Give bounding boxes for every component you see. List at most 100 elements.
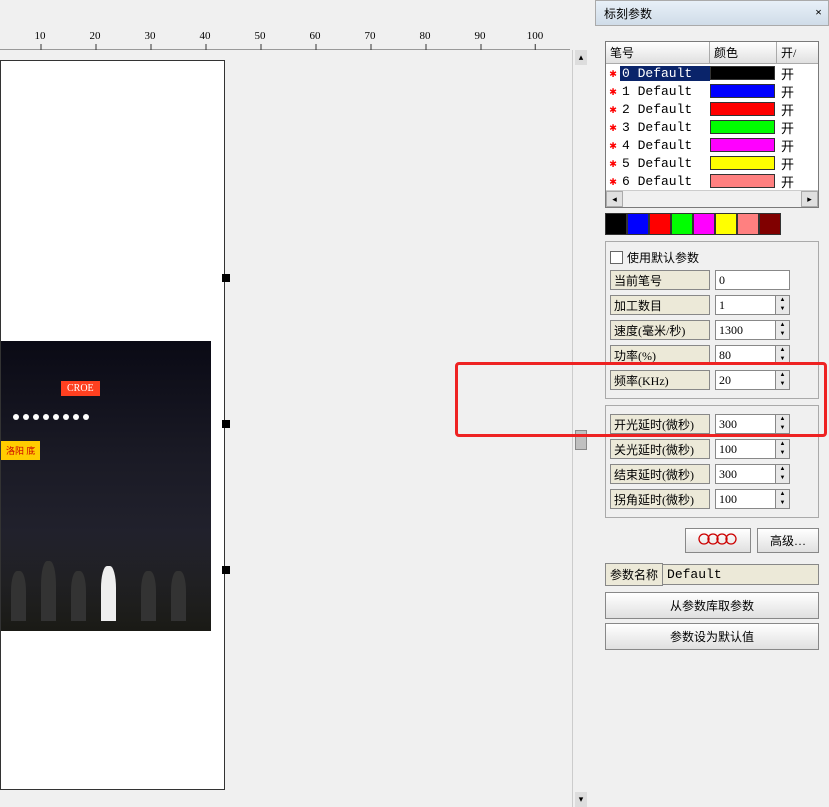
spinner-arrows[interactable]: ▲▼ [776,370,790,390]
panel-title-bar: 标刻参数 × [595,0,829,26]
palette-swatch[interactable] [627,213,649,235]
pen-name: 0 Default [620,66,710,81]
panel-title: 标刻参数 [604,7,652,21]
spinner-arrows[interactable]: ▲▼ [776,345,790,365]
pen-name: 1 Default [620,84,710,99]
power-label: 功率(%) [610,345,710,365]
set-default-button[interactable]: 参数设为默认值 [605,623,819,650]
palette-swatch[interactable] [649,213,671,235]
pen-row[interactable]: ✱6 Default开 [606,172,818,190]
end-delay-input[interactable]: 300 [715,464,776,484]
ruler-tick: 10 [35,30,46,42]
spinner-arrows[interactable]: ▲▼ [776,464,790,484]
ruler-tick: 60 [310,30,321,42]
asterisk-icon: ✱ [606,120,620,135]
pen-onoff: 开 [775,64,800,83]
pen-onoff: 开 [775,100,800,119]
param-name-value[interactable]: Default [663,564,819,585]
pen-onoff: 开 [775,82,800,101]
speed-input[interactable]: 1300 [715,320,776,340]
param-group-delays: 开光延时(微秒) 300▲▼ 关光延时(微秒) 100▲▼ 结束延时(微秒) 3… [605,405,819,518]
rings-button[interactable] [685,528,751,553]
palette-swatch[interactable] [737,213,759,235]
pen-color-swatch [710,102,775,116]
col-onoff[interactable]: 开/ [777,42,812,63]
current-pen-value: 0 [715,270,790,290]
ruler-tick: 30 [145,30,156,42]
off-delay-label: 关光延时(微秒) [610,439,710,459]
pen-onoff: 开 [775,172,800,191]
use-default-label: 使用默认参数 [627,249,699,266]
pen-color-swatch [710,174,775,188]
on-delay-label: 开光延时(微秒) [610,414,710,434]
palette-swatch[interactable] [693,213,715,235]
pen-row[interactable]: ✱2 Default开 [606,100,818,118]
advanced-button[interactable]: 高级… [757,528,819,553]
pen-color-swatch [710,120,775,134]
from-library-button[interactable]: 从参数库取参数 [605,592,819,619]
asterisk-icon: ✱ [606,84,620,99]
scroll-right-icon[interactable]: ▸ [801,191,818,207]
pen-onoff: 开 [775,154,800,173]
palette-swatch[interactable] [759,213,781,235]
spinner-arrows[interactable]: ▲▼ [776,320,790,340]
selection-handle[interactable] [222,274,230,282]
ruler-tick: 50 [255,30,266,42]
spinner-arrows[interactable]: ▲▼ [776,295,790,315]
selection-handle[interactable] [222,566,230,574]
close-icon[interactable]: × [815,5,822,20]
ruler-tick: 80 [420,30,431,42]
canvas-area: 10 20 30 40 50 60 70 80 90 100 CROE 洛阳 底… [0,0,589,807]
current-pen-label: 当前笔号 [610,270,710,290]
pen-list-hscroll[interactable]: ◂ ▸ [606,190,818,207]
on-delay-input[interactable]: 300 [715,414,776,434]
ruler-tick: 90 [475,30,486,42]
pen-list[interactable]: 笔号 颜色 开/ ✱0 Default开✱1 Default开✱2 Defaul… [605,41,819,208]
process-count-input[interactable]: 1 [715,295,776,315]
pen-list-header: 笔号 颜色 开/ [606,42,818,64]
off-delay-input[interactable]: 100 [715,439,776,459]
freq-label: 频率(KHz) [610,370,710,390]
ruler-tick: 100 [527,30,544,42]
asterisk-icon: ✱ [606,66,620,81]
spinner-arrows[interactable]: ▲▼ [776,414,790,434]
palette-swatch[interactable] [605,213,627,235]
pen-row[interactable]: ✱4 Default开 [606,136,818,154]
placed-image[interactable]: CROE 洛阳 底 [1,341,211,631]
scroll-thumb[interactable] [575,430,587,450]
scroll-up-arrow[interactable]: ▴ [575,50,587,65]
pen-row[interactable]: ✱5 Default开 [606,154,818,172]
spinner-arrows[interactable]: ▲▼ [776,439,790,459]
marking-params-panel: 标刻参数 × 笔号 颜色 开/ ✱0 Default开✱1 Default开✱2… [595,0,829,807]
pen-name: 5 Default [620,156,710,171]
canvas-page[interactable]: CROE 洛阳 底 [0,60,225,790]
scroll-down-arrow[interactable]: ▾ [575,792,587,807]
ruler-tick: 70 [365,30,376,42]
corner-delay-label: 拐角延时(微秒) [610,489,710,509]
freq-input[interactable]: 20 [715,370,776,390]
use-default-checkbox-row: 使用默认参数 [610,249,814,266]
pen-row[interactable]: ✱0 Default 开 [606,64,818,82]
corner-delay-input[interactable]: 100 [715,489,776,509]
power-input[interactable]: 80 [715,345,776,365]
col-pen[interactable]: 笔号 [606,42,710,63]
vertical-scrollbar[interactable]: ▴ ▾ [572,50,589,807]
color-palette [605,213,819,235]
spinner-arrows[interactable]: ▲▼ [776,489,790,509]
col-color[interactable]: 颜色 [710,42,777,63]
param-name-label: 参数名称 [605,563,663,586]
ruler-horizontal: 10 20 30 40 50 60 70 80 90 100 [0,30,570,50]
pen-row[interactable]: ✱1 Default 开 [606,82,818,100]
pen-name: 6 Default [620,174,710,189]
palette-swatch[interactable] [671,213,693,235]
pen-color-swatch [710,84,775,98]
pen-onoff: 开 [775,136,800,155]
pen-color-swatch [710,156,775,170]
scroll-left-icon[interactable]: ◂ [606,191,623,207]
use-default-checkbox[interactable] [610,251,623,264]
pen-row[interactable]: ✱3 Default开 [606,118,818,136]
palette-swatch[interactable] [715,213,737,235]
pen-name: 4 Default [620,138,710,153]
selection-handle[interactable] [222,420,230,428]
pen-onoff: 开 [775,118,800,137]
